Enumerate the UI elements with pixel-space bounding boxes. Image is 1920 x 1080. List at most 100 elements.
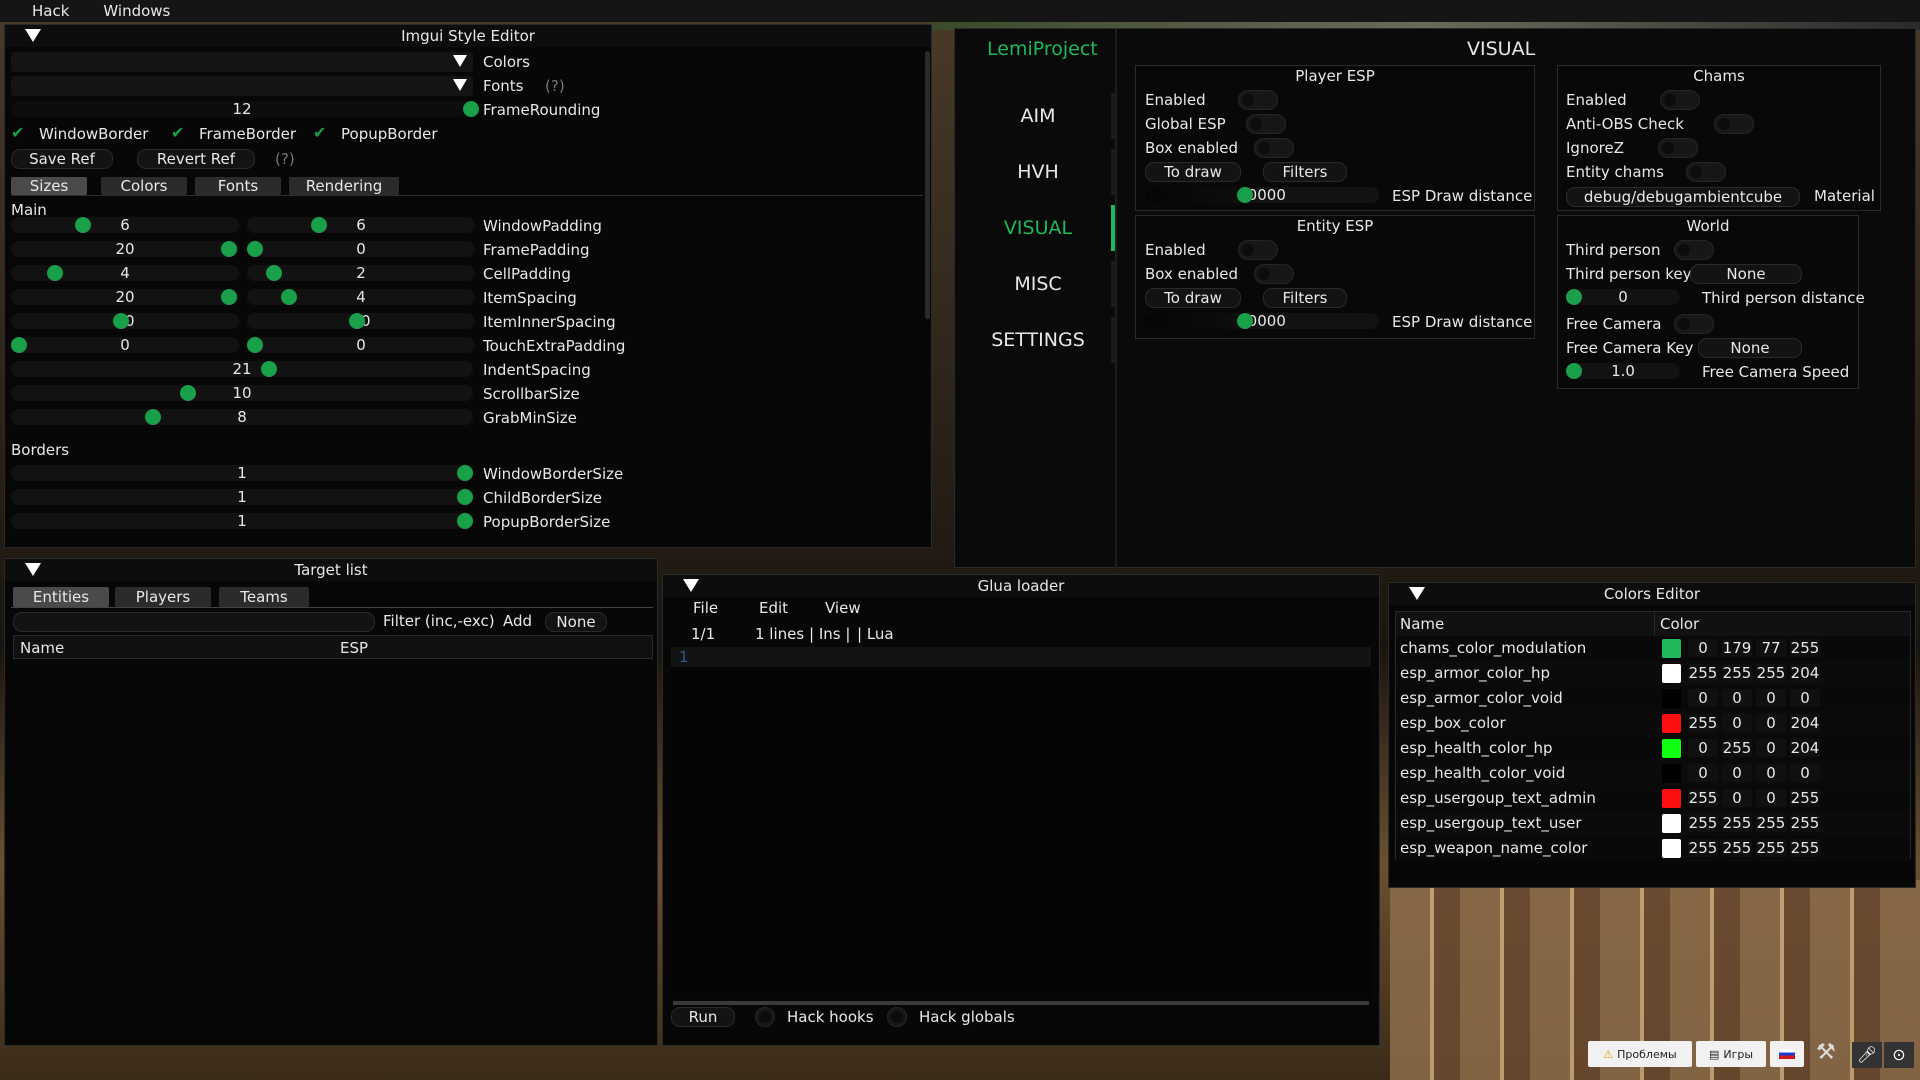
color-channel-r[interactable]: 255	[1688, 839, 1718, 857]
nav-visual[interactable]: VISUAL	[963, 205, 1113, 251]
color-channel-b[interactable]: 0	[1756, 739, 1786, 757]
color-channel-a[interactable]: 204	[1790, 714, 1820, 732]
color-channel-r[interactable]: 255	[1688, 789, 1718, 807]
color-row[interactable]: esp_health_color_hp 0 255 0 204	[1396, 736, 1910, 761]
color-channel-b[interactable]: 0	[1756, 764, 1786, 782]
style-slider[interactable]: 20	[11, 240, 239, 258]
slider-grab[interactable]	[113, 313, 129, 329]
color-swatch[interactable]	[1662, 639, 1681, 658]
color-swatch[interactable]	[1662, 739, 1681, 758]
color-swatch[interactable]	[1662, 714, 1681, 733]
colors-editor-titlebar[interactable]: Colors Editor	[1389, 583, 1915, 605]
slider-grab[interactable]	[247, 337, 263, 353]
to-draw-button[interactable]: To draw	[1145, 162, 1241, 182]
color-channel-a[interactable]: 255	[1790, 639, 1820, 657]
style-editor-titlebar[interactable]: Imgui Style Editor	[5, 25, 931, 47]
color-channel-g[interactable]: 255	[1722, 814, 1752, 832]
nav-settings[interactable]: SETTINGS	[963, 317, 1113, 363]
style-slider[interactable]: 10	[11, 312, 239, 330]
enabled-toggle[interactable]	[1238, 90, 1278, 110]
entity-chams-toggle[interactable]	[1686, 162, 1726, 182]
color-channel-r[interactable]: 0	[1688, 689, 1718, 707]
slider-grab[interactable]	[1566, 363, 1582, 379]
slider-grab[interactable]	[221, 241, 237, 257]
slider-grab[interactable]	[1566, 289, 1582, 305]
filter-input[interactable]	[13, 612, 375, 632]
color-row[interactable]: esp_armor_color_void 0 0 0 0	[1396, 686, 1910, 711]
collapse-triangle-icon[interactable]	[25, 563, 41, 576]
checkmark-icon[interactable]: ✔	[313, 125, 329, 141]
slider-grab[interactable]	[11, 337, 27, 353]
collapse-triangle-icon[interactable]	[683, 579, 699, 592]
style-slider[interactable]: 0	[247, 240, 475, 258]
slider-grab[interactable]	[47, 265, 63, 281]
checkmark-icon[interactable]: ✔	[11, 125, 27, 141]
free-camera-key-button[interactable]: None	[1698, 338, 1802, 358]
color-row[interactable]: esp_usergoup_text_admin 255 0 0 255	[1396, 786, 1910, 811]
save-ref-button[interactable]: Save Ref	[11, 149, 113, 169]
language-flag-icon[interactable]	[1770, 1041, 1804, 1067]
color-channel-a[interactable]: 0	[1790, 689, 1820, 707]
color-channel-a[interactable]: 255	[1790, 814, 1820, 832]
menu-view[interactable]: View	[825, 599, 861, 617]
color-channel-g[interactable]: 0	[1722, 764, 1752, 782]
add-none-button[interactable]: None	[545, 612, 607, 632]
tab-players[interactable]: Players	[115, 587, 211, 607]
hack-globals-toggle[interactable]	[887, 1007, 907, 1027]
run-button[interactable]: Run	[671, 1007, 735, 1027]
slider-grab[interactable]	[145, 409, 161, 425]
menu-file[interactable]: File	[693, 599, 718, 617]
steam-icon[interactable]: ⊙	[1884, 1042, 1914, 1068]
color-row[interactable]: chams_color_modulation 0 179 77 255	[1396, 636, 1910, 661]
esp-distance-slider[interactable]: 20000	[1145, 312, 1379, 330]
enabled-toggle[interactable]	[1238, 240, 1278, 260]
color-row[interactable]: esp_weapon_name_color 255 255 255 255	[1396, 836, 1910, 861]
nav-aim[interactable]: AIM	[963, 93, 1113, 139]
menu-edit[interactable]: Edit	[759, 599, 788, 617]
style-slider[interactable]: 6	[247, 216, 475, 234]
slider-grab[interactable]	[221, 289, 237, 305]
glua-titlebar[interactable]: Glua loader	[663, 575, 1379, 597]
color-swatch[interactable]	[1662, 789, 1681, 808]
style-slider[interactable]: 6	[11, 216, 239, 234]
slider-grab[interactable]	[311, 217, 327, 233]
style-slider[interactable]: 1	[11, 488, 473, 506]
color-channel-b[interactable]: 0	[1756, 714, 1786, 732]
style-slider[interactable]: 4	[11, 264, 239, 282]
tab-rendering[interactable]: Rendering	[289, 177, 399, 195]
color-channel-r[interactable]: 255	[1688, 664, 1718, 682]
scrollbar[interactable]	[925, 51, 930, 319]
color-channel-a[interactable]: 204	[1790, 739, 1820, 757]
style-slider[interactable]: 4	[247, 288, 475, 306]
slider-grab[interactable]	[349, 313, 365, 329]
collapse-triangle-icon[interactable]	[1409, 587, 1425, 600]
enabled-toggle[interactable]	[1660, 90, 1700, 110]
tab-colors[interactable]: Colors	[101, 177, 187, 195]
hammer-icon[interactable]: ⚒	[1816, 1040, 1850, 1070]
color-channel-g[interactable]: 179	[1722, 639, 1752, 657]
anti-obs-toggle[interactable]	[1714, 114, 1754, 134]
to-draw-button[interactable]: To draw	[1145, 288, 1241, 308]
nav-misc[interactable]: MISC	[963, 261, 1113, 307]
color-row[interactable]: esp_box_color 255 0 0 204	[1396, 711, 1910, 736]
color-swatch[interactable]	[1662, 664, 1681, 683]
esp-distance-slider[interactable]: 20000	[1145, 186, 1379, 204]
style-slider[interactable]: 0	[247, 336, 475, 354]
color-swatch[interactable]	[1662, 814, 1681, 833]
filters-button[interactable]: Filters	[1263, 162, 1347, 182]
help-marker[interactable]: (?)	[275, 150, 295, 168]
color-channel-a[interactable]: 255	[1790, 789, 1820, 807]
material-combo[interactable]: debug/debugambientcube	[1566, 187, 1800, 207]
style-slider[interactable]: 21	[11, 360, 473, 378]
slider-grab[interactable]	[463, 101, 479, 117]
help-marker[interactable]: (?)	[545, 77, 565, 95]
color-channel-r[interactable]: 0	[1688, 739, 1718, 757]
style-slider[interactable]: 2	[247, 264, 475, 282]
color-row[interactable]: esp_usergoup_text_user 255 255 255 255	[1396, 811, 1910, 836]
code-editor[interactable]: 1	[671, 647, 1371, 999]
ignorez-toggle[interactable]	[1658, 138, 1698, 158]
slider-grab[interactable]	[1237, 187, 1253, 203]
global-esp-toggle[interactable]	[1246, 114, 1286, 134]
slider-grab[interactable]	[180, 385, 196, 401]
tab-entities[interactable]: Entities	[13, 587, 109, 607]
